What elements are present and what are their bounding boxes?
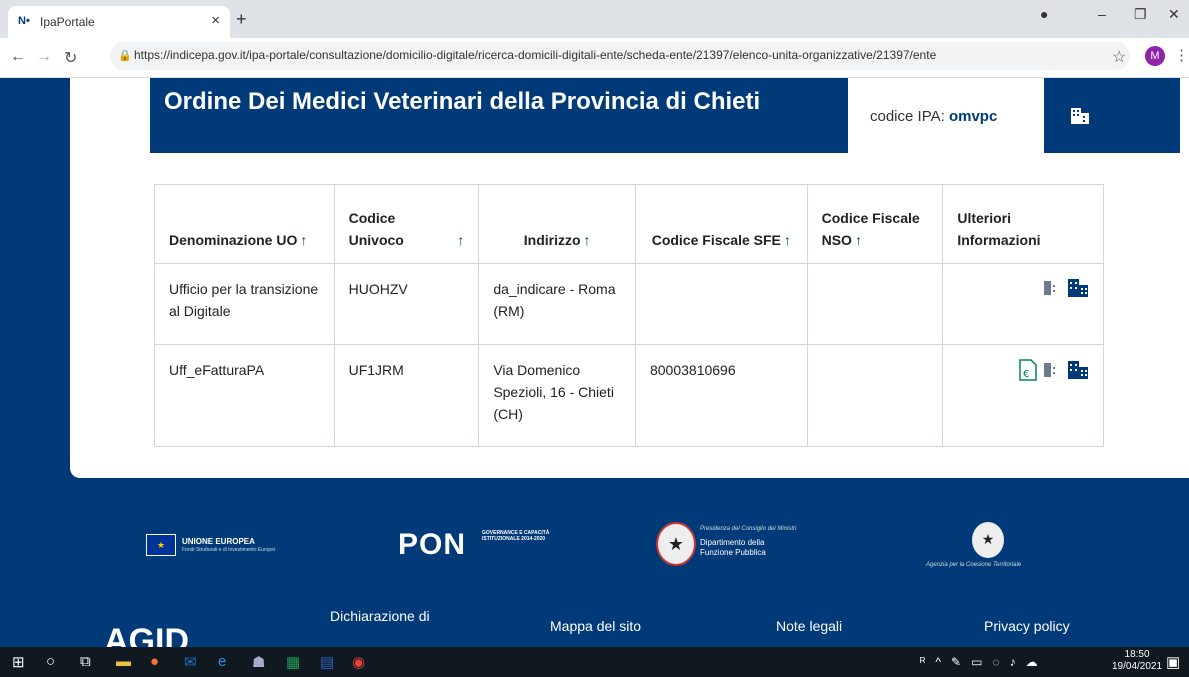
coesione-logo[interactable]: ★ Agenzia per la Coesione Territoriale [926,522,1056,570]
close-window-icon[interactable]: ✕ [1168,6,1180,23]
page-body: Ordine Dei Medici Veterinari della Provi… [0,78,1189,647]
offices-icon[interactable] [1043,279,1061,304]
word-icon[interactable]: ▤ [320,653,334,671]
funzione-pubblica-logo[interactable]: ★ Presidenza del Consiglio dei Ministri … [656,522,816,570]
profile-avatar[interactable]: M [1145,46,1165,66]
reload-icon[interactable]: ↻ [64,48,77,68]
menu-dots-icon[interactable]: ⋮ [1174,46,1189,64]
sort-arrow-icon[interactable]: ↑ [584,229,591,251]
bookmark-star-icon[interactable]: ☆ [1112,47,1126,67]
sort-arrow-icon[interactable]: ↑ [457,229,464,251]
address-bar[interactable]: 🔒 https://indicepa.gov.it/ipa-portale/co… [110,42,1130,70]
col-header-cf-sfe[interactable]: Codice Fiscale SFE ↑ [634,185,807,263]
ipa-code: omvpc [948,108,998,125]
cell-codice: UF1JRM [333,345,479,446]
task-view-icon[interactable]: ⧉ [80,653,91,670]
col-header-info: Ulteriori Informazioni [942,185,1103,263]
profile-indicator-icon[interactable]: ● [1040,6,1048,22]
eu-logo[interactable]: ★ UNIONE EUROPEA Fondi Strutturali e di … [146,534,296,558]
footer-logos: ★ UNIONE EUROPEA Fondi Strutturali e di … [0,498,1189,588]
cell-info [942,264,1103,344]
sort-arrow-icon[interactable]: ↑ [784,229,791,251]
footer-link-note-legali[interactable]: Note legali [776,618,842,634]
page-title: Ordine Dei Medici Veterinari della Provi… [164,88,761,115]
cell-cf-nso [806,345,943,446]
footer-links: AGID Dichiarazione di Mappa del sito Not… [0,608,1189,647]
svg-text:€: € [1023,369,1029,380]
offices-icon[interactable] [1043,361,1061,386]
entity-header: Ordine Dei Medici Veterinari della Provi… [150,78,1180,153]
cell-cf-nso [806,264,943,344]
pon-logo[interactable]: PON GOVERNANCE E CAPACITÀ ISTITUZIONALE … [398,528,549,562]
favicon-icon: N• [18,15,30,27]
system-clock[interactable]: 18:50 19/04/2021 [1112,649,1162,673]
forward-icon[interactable]: → [36,48,52,66]
building-icon[interactable] [1067,360,1089,387]
network-app-icon[interactable]: ☗ [252,653,265,671]
table-header: Denominazione UO ↑ Codice Univoco ↑ Indiri… [155,185,1103,263]
cell-info: € [942,345,1103,446]
minimize-icon[interactable]: – [1098,6,1106,22]
browser-toolbar: ← → ↻ 🔒 https://indicepa.gov.it/ipa-port… [0,38,1189,78]
outlook-icon[interactable]: ✉ [184,653,197,671]
system-tray[interactable]: ᴿ ^ ✎ ▭ ◌ ♪ ☁ [920,655,1038,669]
cell-indirizzo: da_indicare - Roma (RM) [478,264,635,344]
table-row: Uff_eFatturaPA UF1JRM Via Domenico Spezi… [155,344,1103,446]
col-header-indirizzo[interactable]: Indirizzo ↑ [478,185,635,263]
windows-taskbar: ⊞ ○ ⧉ ▬ ● ✉ e ☗ ▦ ▤ ◉ ᴿ ^ ✎ ▭ ◌ ♪ ☁ 18:5… [0,647,1189,677]
cell-cf-sfe [634,264,807,344]
building-icon[interactable] [1067,278,1089,305]
new-tab-button[interactable]: + [236,9,247,30]
footer-link-privacy[interactable]: Privacy policy [984,618,1070,634]
sort-arrow-icon[interactable]: ↑ [300,229,307,251]
sort-arrow-icon[interactable]: ↑ [855,232,862,248]
restore-icon[interactable]: ❐ [1134,6,1147,23]
cell-indirizzo: Via Domenico Spezioli, 16 - Chieti (CH) [478,345,635,446]
tab-close-icon[interactable]: × [211,12,220,29]
tab-title: IpaPortale [40,15,95,29]
edge-icon[interactable]: e [218,653,226,670]
invoice-euro-icon[interactable]: € [1019,359,1037,388]
uo-table: Denominazione UO ↑ Codice Univoco ↑ Indiri… [154,184,1104,447]
back-icon[interactable]: ← [10,48,26,66]
browser-tabbar: N• IpaPortale × + ● – ❐ ✕ [0,0,1189,38]
url-text: https://indicepa.gov.it/ipa-portale/cons… [134,48,937,62]
file-explorer-icon[interactable]: ▬ [116,653,131,670]
notification-icon[interactable]: ▣ [1166,653,1180,671]
cell-denominazione: Ufficio per la transizione al Digitale [169,281,319,319]
col-header-cf-nso[interactable]: Codice Fiscale NSO ↑ [806,185,943,263]
building-icon [1070,106,1090,131]
browser-tab[interactable]: N• IpaPortale × [8,6,230,38]
italian-emblem-icon: ★ [656,522,696,566]
eu-flag-icon: ★ [146,534,176,556]
windows-start-icon[interactable]: ⊞ [12,653,25,671]
footer-link-dichiarazione[interactable]: Dichiarazione di [330,608,430,624]
ipa-code-box: codice IPA: omvpc [848,78,1044,153]
col-header-codice[interactable]: Codice Univoco ↑ [333,185,479,263]
cell-cf-sfe: 80003810696 [634,345,807,446]
firefox-icon[interactable]: ● [150,653,159,670]
lock-icon: 🔒 [118,50,132,62]
chrome-icon[interactable]: ◉ [352,653,365,671]
table-row: Ufficio per la transizione al Digitale H… [155,263,1103,344]
italian-emblem-icon: ★ [972,522,1004,558]
cell-denominazione: Uff_eFatturaPA [169,362,265,378]
col-header-denominazione[interactable]: Denominazione UO ↑ [155,185,334,263]
agid-logo[interactable]: AGID [104,622,189,647]
cell-codice: HUOHZV [333,264,479,344]
excel-icon[interactable]: ▦ [286,653,300,671]
footer-link-mappa[interactable]: Mappa del sito [550,618,641,634]
search-icon[interactable]: ○ [46,653,55,670]
ipa-label: codice IPA: omvpc [870,108,998,125]
